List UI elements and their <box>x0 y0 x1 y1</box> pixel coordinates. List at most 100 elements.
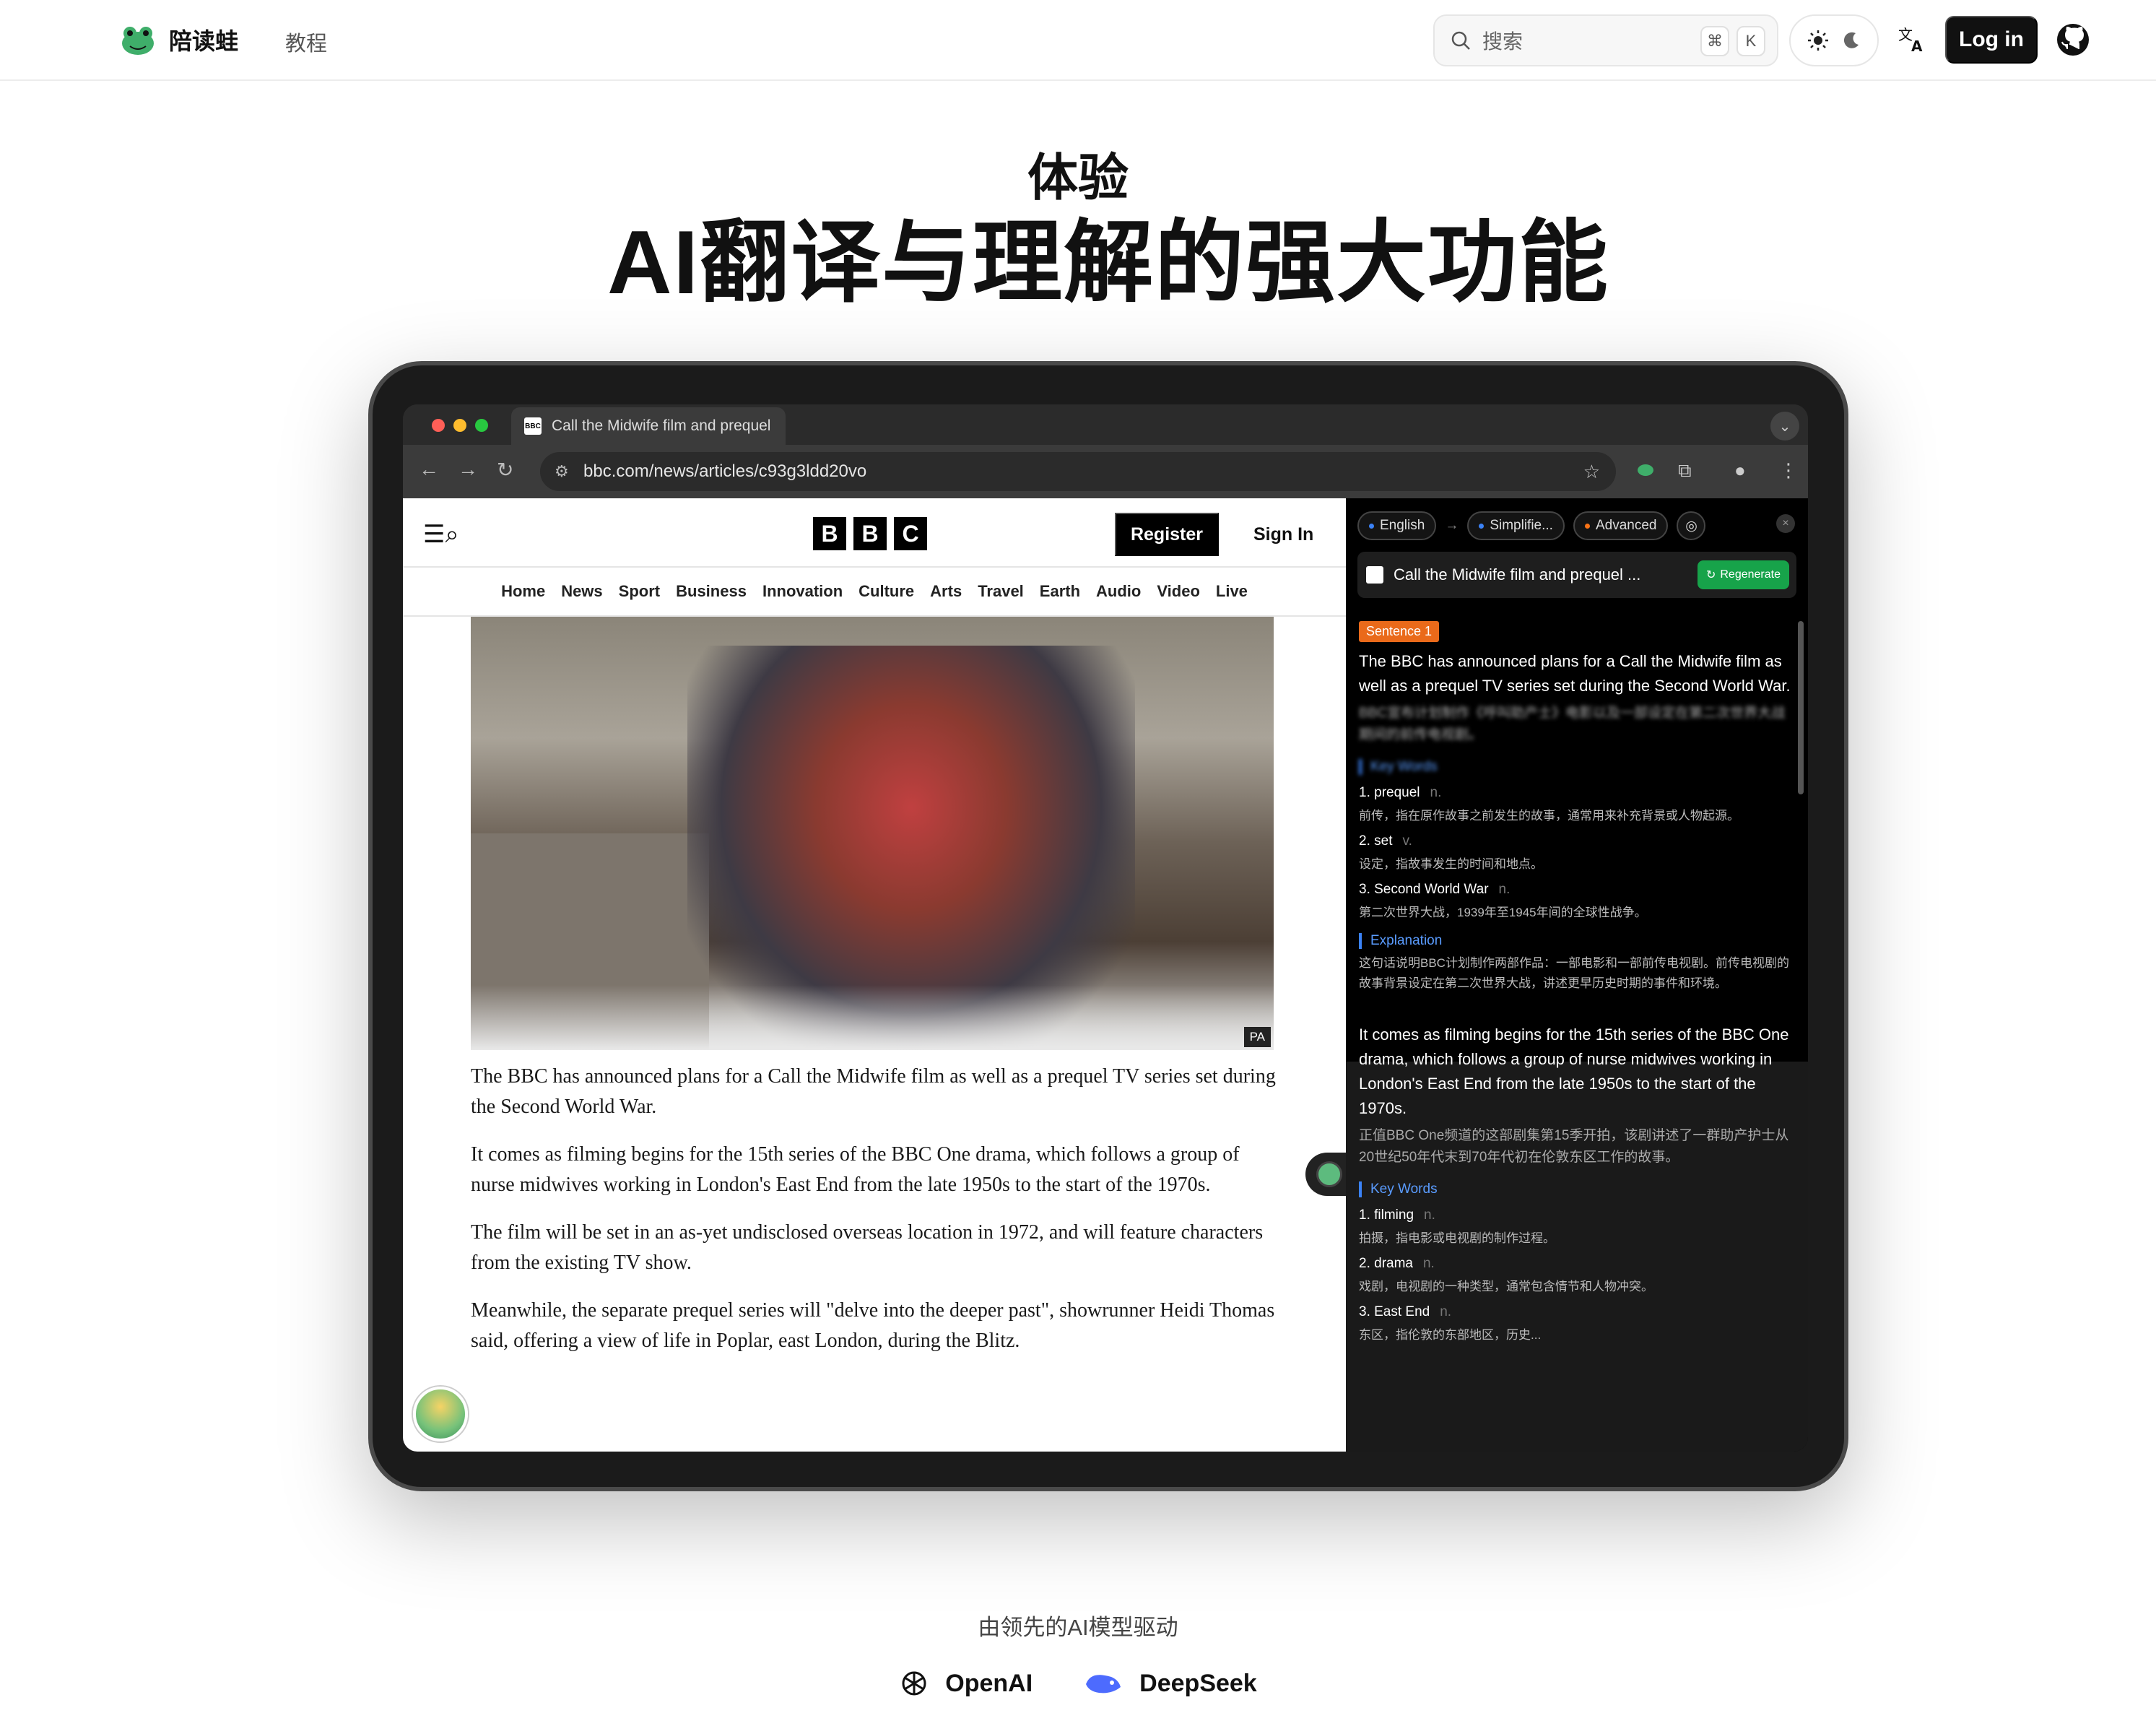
forward-arrow-icon[interactable]: → <box>458 458 478 481</box>
regenerate-label: Regenerate <box>1720 568 1781 581</box>
nav-live[interactable]: Live <box>1216 582 1248 601</box>
close-dot[interactable] <box>432 419 445 432</box>
frog-extension-icon[interactable] <box>1636 459 1655 483</box>
bbc-favicon-icon <box>1366 566 1383 584</box>
keyword-item[interactable]: 2. drama n. <box>1359 1256 1795 1272</box>
keyword-term: 1. filming <box>1359 1207 1414 1223</box>
site-name: 陪读蛙 <box>169 28 239 54</box>
browser-tab[interactable]: BBC Call the Midwife film and prequel <box>511 407 786 445</box>
keyword-item[interactable]: 1. prequel n. <box>1359 785 1795 801</box>
source-language-chip[interactable]: English <box>1357 511 1437 540</box>
keyword-term: 2. drama <box>1359 1256 1413 1271</box>
nav-tutorial-link[interactable]: 教程 <box>285 27 327 57</box>
nav-home[interactable]: Home <box>501 582 545 601</box>
back-arrow-icon[interactable]: ← <box>419 458 439 481</box>
github-icon[interactable] <box>2055 22 2091 58</box>
sign-in-link[interactable]: Sign In <box>1253 524 1313 545</box>
chevron-down-icon[interactable]: ⌄ <box>1770 412 1799 441</box>
bbc-logo[interactable]: B B C <box>813 517 927 550</box>
sentence-chinese: 正值BBC One频道的这部剧集第15季开拍，该剧讲述了一群助产护士从20世纪5… <box>1359 1128 1789 1165</box>
article-paragraph[interactable]: It comes as filming begins for the 15th … <box>471 1140 1279 1200</box>
keyword-pos: n. <box>1422 1256 1435 1271</box>
deepseek-provider: DeepSeek <box>1083 1668 1257 1699</box>
keyword-term: 3. Second World War <box>1359 882 1489 897</box>
keyword-item[interactable]: 1. filming n. <box>1359 1207 1795 1223</box>
article-paragraph[interactable]: The BBC has announced plans for a Call t… <box>471 1062 1279 1122</box>
nav-culture[interactable]: Culture <box>859 582 914 601</box>
extensions-puzzle-icon[interactable]: ⧉ <box>1678 459 1692 482</box>
sun-icon[interactable] <box>1807 30 1829 51</box>
profile-icon[interactable]: ● <box>1734 459 1746 482</box>
menu-search-icon[interactable]: ☰⌕ <box>423 520 459 549</box>
nav-news[interactable]: News <box>561 582 602 601</box>
language-icon[interactable]: 文A <box>1895 22 1929 56</box>
panel-scrollbar[interactable] <box>1798 621 1804 794</box>
mode-chip[interactable]: Advanced <box>1573 511 1669 540</box>
top-nav: 陪读蛙 教程 搜索 ⌘ K 文A Log in <box>0 0 2156 81</box>
maximize-dot[interactable] <box>475 419 488 432</box>
nav-travel[interactable]: Travel <box>978 582 1024 601</box>
bbc-favicon-icon: BBC <box>524 417 542 435</box>
browser-menu-icon[interactable]: ⋮ <box>1779 459 1798 482</box>
theme-toggle[interactable] <box>1789 14 1879 66</box>
sentence-english[interactable]: It comes as filming begins for the 15th … <box>1359 1023 1795 1121</box>
close-icon[interactable]: × <box>1776 514 1795 533</box>
nav-earth[interactable]: Earth <box>1040 582 1080 601</box>
sentence-chinese: BBC宣布计划制作《呼叫助产士》电影以及一部设定在第二次世界大战期间的前传电视剧… <box>1359 706 1786 742</box>
keyword-definition: 东区，指伦敦的东部地区，历史... <box>1359 1328 1542 1342</box>
cmd-key: ⌘ <box>1700 26 1729 56</box>
nav-sport[interactable]: Sport <box>619 582 660 601</box>
keyword-pos: n. <box>1498 882 1510 897</box>
nav-audio[interactable]: Audio <box>1096 582 1141 601</box>
keyword-term: 2. set <box>1359 833 1393 849</box>
article-paragraph[interactable]: Meanwhile, the separate prequel series w… <box>471 1296 1279 1356</box>
keywords-label: Key Words <box>1359 759 1795 775</box>
bookmark-star-icon[interactable]: ☆ <box>1583 461 1600 483</box>
deepseek-whale-icon <box>1086 1675 1121 1694</box>
nav-video[interactable]: Video <box>1157 582 1200 601</box>
deepseek-label: DeepSeek <box>1139 1669 1257 1697</box>
sentence-english[interactable]: The BBC has announced plans for a Call t… <box>1359 649 1795 698</box>
arrow-right-icon: → <box>1445 518 1459 533</box>
keyword-definition: 拍摄，指电影或电视剧的制作过程。 <box>1359 1231 1555 1245</box>
nav-innovation[interactable]: Innovation <box>762 582 843 601</box>
keyword-item[interactable]: 3. East End n. <box>1359 1304 1795 1320</box>
search-placeholder: 搜索 <box>1482 30 1523 53</box>
search-box[interactable]: 搜索 ⌘ K <box>1433 14 1778 66</box>
regenerate-button[interactable]: ↻ Regenerate <box>1697 560 1789 589</box>
article-paragraph[interactable]: The film will be set in an as-yet undisc… <box>471 1218 1279 1278</box>
article-body: The BBC has announced plans for a Call t… <box>471 1062 1279 1374</box>
keyword-item[interactable]: 3. Second World War n. <box>1359 882 1795 898</box>
tab-title: Call the Midwife film and prequel <box>552 417 771 434</box>
frog-logo-icon <box>122 27 154 55</box>
svg-text:文: 文 <box>1898 26 1913 43</box>
keyword-pos: n. <box>1440 1304 1452 1319</box>
bbc-header: ☰⌕ B B C Register Sign In <box>403 498 1346 568</box>
keyword-item[interactable]: 2. set v. <box>1359 833 1795 849</box>
keyword-term: 1. prequel <box>1359 785 1420 800</box>
keywords-label: Key Words <box>1359 1181 1795 1197</box>
frog-icon[interactable] <box>1316 1161 1342 1187</box>
nav-arts[interactable]: Arts <box>930 582 962 601</box>
moon-icon[interactable] <box>1841 30 1861 51</box>
register-button[interactable]: Register <box>1115 513 1219 556</box>
site-logo[interactable]: 陪读蛙 <box>120 22 238 58</box>
powered-by-text: 由领先的AI模型驱动 <box>978 1615 1178 1640</box>
target-language-chip[interactable]: Simplifie... <box>1467 511 1565 540</box>
bbc-logo-letter: C <box>894 517 927 550</box>
bbc-nav: Home News Sport Business Innovation Cult… <box>403 568 1346 617</box>
reload-icon[interactable]: ↻ <box>497 458 513 482</box>
site-info-icon[interactable]: ⚙ <box>555 462 569 481</box>
ai-providers: OpenAI DeepSeek <box>0 1668 2156 1699</box>
nav-business[interactable]: Business <box>676 582 747 601</box>
explanation-label: Explanation <box>1359 933 1795 949</box>
search-icon <box>1451 31 1470 50</box>
translation-panel: English → Simplifie... Advanced ◎ × Call… <box>1346 498 1808 1452</box>
url-field[interactable]: ⚙ bbc.com/news/articles/c93g3ldd20vo ☆ <box>540 452 1616 491</box>
assistant-avatar-icon[interactable] <box>413 1387 468 1441</box>
panel-toolbar: English → Simplifie... Advanced ◎ <box>1346 498 1808 540</box>
openai-model-icon[interactable]: ◎ <box>1677 511 1706 540</box>
openai-icon <box>902 1671 926 1696</box>
minimize-dot[interactable] <box>453 419 466 432</box>
login-button[interactable]: Log in <box>1945 16 2038 64</box>
